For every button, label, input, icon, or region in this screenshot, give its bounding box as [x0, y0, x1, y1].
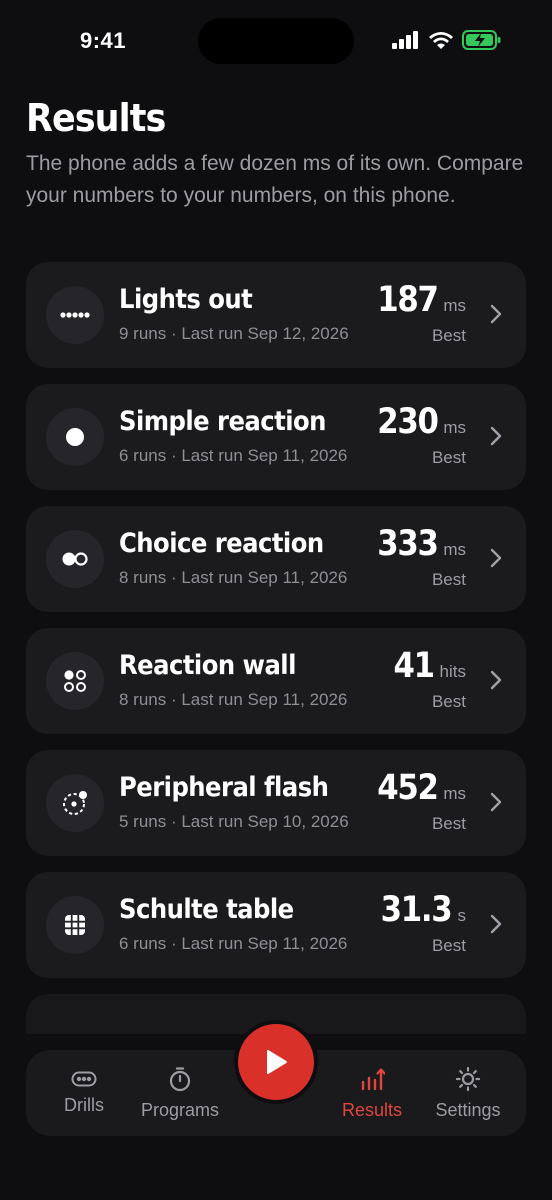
drill-meta: 8 runs · Last run Sep 11, 2026 — [119, 690, 348, 709]
chevron-right-icon — [490, 304, 502, 324]
drill-results-list: Lights out 9 runs · Last run Sep 12, 202… — [26, 262, 526, 994]
tab-results[interactable]: Results — [324, 1050, 420, 1136]
drill-score: 41 hits — [388, 646, 466, 686]
play-icon — [267, 1050, 287, 1074]
score-unit: ms — [443, 418, 466, 437]
tab-programs[interactable]: Programs — [132, 1050, 228, 1136]
status-bar: 9:41 — [0, 0, 552, 84]
drill-icon-wrap — [46, 652, 104, 710]
drills-icon — [71, 1071, 97, 1086]
chevron-right-icon — [490, 914, 502, 934]
score-unit: ms — [443, 296, 466, 315]
best-label: Best — [431, 936, 466, 955]
status-time: 9:41 — [80, 28, 127, 53]
play-button[interactable] — [238, 1024, 314, 1100]
drill-card-simple-reaction[interactable]: Simple reaction 6 runs · Last run Sep 11… — [26, 384, 526, 490]
drill-icon-wrap — [46, 530, 104, 588]
score-unit: s — [457, 906, 467, 925]
drill-name: Lights out — [119, 284, 253, 315]
score-unit: ms — [443, 784, 466, 803]
signal-icon — [392, 31, 418, 49]
stopwatch-icon — [169, 1066, 191, 1091]
tab-label: Settings — [435, 1099, 501, 1120]
drill-name: Simple reaction — [119, 406, 326, 437]
drill-card-reaction-wall[interactable]: Reaction wall 8 runs · Last run Sep 11, … — [26, 628, 526, 734]
tab-label: Drills — [64, 1094, 104, 1115]
tab-settings[interactable]: Settings — [420, 1050, 516, 1136]
battery-charging-icon — [462, 30, 501, 50]
drill-icon-wrap — [46, 286, 104, 344]
single-dot-icon — [66, 428, 84, 446]
drill-meta: 8 runs · Last run Sep 11, 2026 — [119, 568, 348, 587]
drill-icon-wrap — [46, 774, 104, 832]
drill-score: 230 ms — [369, 402, 466, 442]
drill-score: 187 ms — [369, 280, 466, 320]
drill-icon-wrap — [46, 896, 104, 954]
drill-score: 333 ms — [369, 524, 466, 564]
drill-meta: 6 runs · Last run Sep 11, 2026 — [119, 934, 348, 953]
drill-score: 31.3 s — [371, 890, 466, 930]
grid-icon — [65, 915, 85, 935]
drill-card-lights-out[interactable]: Lights out 9 runs · Last run Sep 12, 202… — [26, 262, 526, 368]
score-value: 333 — [376, 524, 439, 564]
chevron-right-icon — [490, 426, 502, 446]
score-value: 230 — [376, 402, 439, 442]
drill-meta: 9 runs · Last run Sep 12, 2026 — [119, 324, 349, 343]
drill-name: Schulte table — [119, 894, 294, 925]
best-label: Best — [431, 814, 466, 833]
score-value: 31.3 — [380, 890, 453, 930]
four-dots-icon — [64, 670, 86, 692]
results-chart-icon — [361, 1067, 385, 1090]
score-value: 187 — [376, 280, 439, 320]
dots-row-icon — [60, 312, 90, 318]
chevron-right-icon — [490, 670, 502, 690]
page-subtitle: The phone adds a few dozen ms of its own… — [26, 152, 524, 207]
wifi-icon — [429, 32, 453, 49]
peripheral-ring-icon — [63, 791, 87, 815]
drill-meta: 5 runs · Last run Sep 10, 2026 — [119, 812, 349, 831]
drill-card-choice-reaction[interactable]: Choice reaction 8 runs · Last run Sep 11… — [26, 506, 526, 612]
best-label: Best — [431, 448, 466, 467]
tab-label: Programs — [140, 1099, 220, 1120]
chevron-right-icon — [490, 792, 502, 812]
dynamic-island — [198, 18, 354, 64]
score-value: 452 — [376, 768, 439, 808]
best-label: Best — [431, 326, 466, 345]
drill-name: Peripheral flash — [119, 772, 329, 803]
tab-drills[interactable]: Drills — [36, 1050, 132, 1136]
drill-card-schulte-table[interactable]: Schulte table 6 runs · Last run Sep 11, … — [26, 872, 526, 978]
tab-label: Results — [341, 1099, 403, 1120]
best-label: Best — [431, 692, 466, 711]
best-label: Best — [431, 570, 466, 589]
score-value: 41 — [393, 646, 435, 686]
drill-meta: 6 runs · Last run Sep 11, 2026 — [119, 446, 348, 465]
status-icons — [392, 30, 502, 50]
drill-card-peripheral-flash[interactable]: Peripheral flash 5 runs · Last run Sep 1… — [26, 750, 526, 856]
drill-score: 452 ms — [369, 768, 466, 808]
drill-name: Choice reaction — [119, 528, 324, 559]
drill-icon-wrap — [46, 408, 104, 466]
chevron-right-icon — [490, 548, 502, 568]
score-unit: hits — [439, 662, 466, 681]
two-dots-icon — [62, 552, 88, 566]
score-unit: ms — [443, 540, 466, 559]
page-title: Results — [26, 96, 166, 140]
settings-sun-icon — [455, 1066, 481, 1091]
drill-name: Reaction wall — [119, 650, 296, 681]
